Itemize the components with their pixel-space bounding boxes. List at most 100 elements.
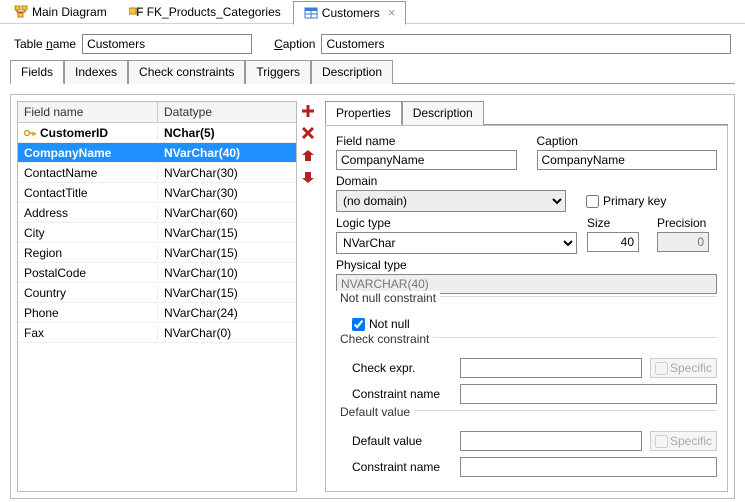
close-icon[interactable]: × [388,5,396,20]
key-icon [24,127,36,139]
move-down-icon [301,170,315,184]
field-name-label: Field name [336,134,517,148]
datatype-cell: NVarChar(24) [158,306,296,320]
field-name-cell: PostalCode [24,266,86,280]
check-name-input[interactable] [460,384,717,404]
datatype-cell: NVarChar(60) [158,206,296,220]
move-down-button[interactable] [300,169,316,185]
table-row[interactable]: City NVarChar(15) [18,223,296,243]
notnull-checkbox[interactable] [352,318,365,331]
fk-icon: FK [129,5,143,19]
domain-select[interactable]: (no domain) [336,190,566,212]
physical-type-label: Physical type [336,258,717,272]
delete-field-button[interactable] [300,125,316,141]
table-header-form: Table name Caption [0,24,745,60]
datatype-cell: NVarChar(15) [158,246,296,260]
col-field-name[interactable]: Field name [18,102,158,122]
check-group-title: Check constraint [336,332,433,346]
table-row[interactable]: Fax NVarChar(0) [18,323,296,343]
table-row[interactable]: ContactTitle NVarChar(30) [18,183,296,203]
notnull-checkbox-wrap[interactable]: Not null [352,317,410,331]
doc-tab-customers[interactable]: Customers × [293,1,407,25]
diagram-icon [14,5,28,19]
field-name-cell: Fax [24,326,44,340]
primary-key-label: Primary key [603,194,666,208]
datatype-cell: NVarChar(15) [158,286,296,300]
size-input[interactable] [587,232,639,252]
default-value-label: Default value [352,434,452,448]
field-caption-label: Caption [537,134,718,148]
table-name-label: Table name [14,37,76,51]
field-name-cell: Address [24,206,68,220]
tab-indexes[interactable]: Indexes [64,60,128,84]
domain-label: Domain [336,174,717,188]
field-name-cell: City [24,226,45,240]
add-field-button[interactable] [300,103,316,119]
default-specific-toggle: Specific [650,431,717,451]
tab-description[interactable]: Description [311,60,393,84]
default-name-label: Constraint name [352,460,452,474]
field-name-cell: Phone [24,306,59,320]
datatype-cell: NVarChar(10) [158,266,296,280]
ptab-properties[interactable]: Properties [325,101,402,125]
table-row[interactable]: ContactName NVarChar(30) [18,163,296,183]
doc-tab-label: Main Diagram [32,5,107,19]
col-datatype[interactable]: Datatype [158,102,296,122]
field-name-input[interactable] [336,150,517,170]
logic-type-label: Logic type [336,216,577,230]
add-icon [301,104,315,118]
field-rows: CustomerIDNChar(5)CompanyNameNVarChar(40… [18,123,296,343]
precision-input [657,232,709,252]
tab-check-constraints[interactable]: Check constraints [128,60,245,84]
specific-checkbox [655,362,668,375]
table-row[interactable]: PostalCode NVarChar(10) [18,263,296,283]
notnull-group-title: Not null constraint [336,291,440,305]
table-row[interactable]: CompanyNameNVarChar(40) [18,143,296,163]
tab-fields[interactable]: Fields [10,60,64,84]
field-table-header: Field name Datatype [18,102,296,123]
check-expr-label: Check expr. [352,361,452,375]
table-row[interactable]: RegionNVarChar(15) [18,243,296,263]
check-specific-toggle: Specific [650,358,717,378]
logic-type-select[interactable]: NVarChar [336,232,577,254]
fields-panel: Field name Datatype CustomerIDNChar(5)Co… [10,94,735,499]
move-up-icon [301,148,315,162]
check-expr-input[interactable] [460,358,642,378]
table-row[interactable]: CountryNVarChar(15) [18,283,296,303]
doc-tab-label: FK_Products_Categories [147,5,281,19]
field-name-cell: ContactTitle [24,186,88,200]
datatype-cell: NVarChar(0) [158,326,296,340]
field-name-cell: ContactName [24,166,97,180]
move-up-button[interactable] [300,147,316,163]
doc-tab-label: Customers [322,6,380,20]
field-table: Field name Datatype CustomerIDNChar(5)Co… [17,101,297,492]
default-value-input[interactable] [460,431,642,451]
table-caption-label: Caption [274,37,315,51]
doc-tab-fk[interactable]: FK FK_Products_Categories [119,0,291,24]
field-caption-input[interactable] [537,150,718,170]
delete-icon [301,126,315,140]
precision-label: Precision [657,216,717,230]
document-tabs: Main Diagram FK FK_Products_Categories C… [0,0,745,24]
table-caption-input[interactable] [321,34,731,54]
datatype-cell: NVarChar(30) [158,186,296,200]
primary-key-checkbox[interactable] [586,195,599,208]
primary-key-checkbox-wrap[interactable]: Primary key [586,194,666,208]
default-name-input[interactable] [460,457,717,477]
table-icon [304,6,318,20]
notnull-label: Not null [369,317,410,331]
tab-triggers[interactable]: Triggers [245,60,311,84]
datatype-cell: NVarChar(15) [158,226,296,240]
section-tabs: Fields Indexes Check constraints Trigger… [10,60,735,84]
svg-text:FK: FK [136,5,143,19]
check-name-label: Constraint name [352,387,452,401]
doc-tab-main-diagram[interactable]: Main Diagram [4,0,117,24]
datatype-cell: NVarChar(30) [158,166,296,180]
table-row[interactable]: Phone NVarChar(24) [18,303,296,323]
table-row[interactable]: CustomerIDNChar(5) [18,123,296,143]
table-name-input[interactable] [82,34,252,54]
ptab-description[interactable]: Description [402,101,484,125]
table-row[interactable]: Address NVarChar(60) [18,203,296,223]
field-toolbar [297,101,319,492]
field-name-cell: CompanyName [24,146,111,160]
